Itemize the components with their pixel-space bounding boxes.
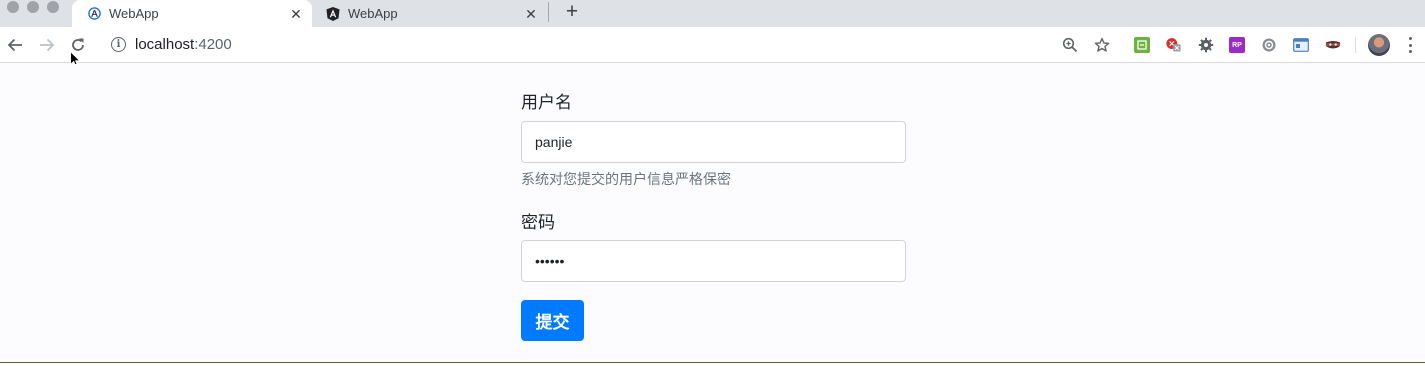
extension-rp-icon[interactable]: RP bbox=[1229, 37, 1245, 53]
page-content: 用户名 panjie 系统对您提交的用户信息严格保密 密码 •••••• 提交 bbox=[0, 64, 1425, 362]
submit-button[interactable]: 提交 bbox=[521, 300, 584, 341]
browser-toolbar: i localhost:4200 RP bbox=[0, 27, 1425, 63]
forward-button[interactable] bbox=[37, 35, 57, 55]
back-button[interactable] bbox=[5, 35, 25, 55]
tab-webapp-active[interactable]: WebApp ✕ bbox=[72, 0, 312, 27]
forward-arrow-icon bbox=[40, 38, 55, 52]
extension-gear-icon[interactable] bbox=[1198, 37, 1214, 53]
tab-webapp-inactive[interactable]: WebApp ✕ bbox=[311, 0, 547, 27]
url-port: :4200 bbox=[194, 36, 232, 53]
site-info-icon[interactable]: i bbox=[111, 37, 126, 52]
username-help-text: 系统对您提交的用户信息严格保密 bbox=[521, 171, 731, 187]
back-arrow-icon bbox=[7, 38, 22, 52]
tab-title: WebApp bbox=[109, 6, 159, 21]
extension-window-icon[interactable] bbox=[1293, 37, 1309, 53]
browser-menu-icon[interactable] bbox=[1405, 36, 1415, 54]
window-minimize-dot[interactable] bbox=[27, 1, 39, 13]
angular-outline-icon bbox=[87, 7, 101, 21]
new-tab-button[interactable]: + bbox=[561, 0, 583, 22]
extension-print-icon[interactable] bbox=[1134, 37, 1150, 53]
toolbar-divider bbox=[1355, 37, 1356, 53]
window-close-dot[interactable] bbox=[7, 1, 19, 13]
tab-strip: WebApp ✕ WebApp ✕ + bbox=[0, 0, 1425, 27]
password-field[interactable]: •••••• bbox=[521, 240, 906, 282]
extension-disabled-icon[interactable] bbox=[1166, 37, 1182, 53]
tab-close-icon[interactable]: ✕ bbox=[288, 6, 304, 22]
extension-mask-icon[interactable] bbox=[1325, 37, 1341, 53]
profile-avatar[interactable] bbox=[1368, 34, 1390, 56]
window-zoom-dot[interactable] bbox=[47, 1, 59, 13]
address-bar[interactable]: localhost:4200 bbox=[135, 36, 232, 53]
tab-divider bbox=[548, 2, 549, 22]
tab-close-icon[interactable]: ✕ bbox=[523, 6, 539, 22]
username-field[interactable]: panjie bbox=[521, 121, 906, 163]
zoom-icon[interactable] bbox=[1061, 36, 1079, 54]
angular-logo-icon bbox=[326, 6, 340, 21]
password-label: 密码 bbox=[521, 213, 555, 232]
tab-title: WebApp bbox=[348, 6, 398, 21]
extension-settings-icon[interactable] bbox=[1261, 37, 1277, 53]
bookmark-star-icon[interactable] bbox=[1093, 36, 1111, 54]
username-label: 用户名 bbox=[521, 93, 572, 112]
url-host: localhost bbox=[135, 36, 195, 53]
